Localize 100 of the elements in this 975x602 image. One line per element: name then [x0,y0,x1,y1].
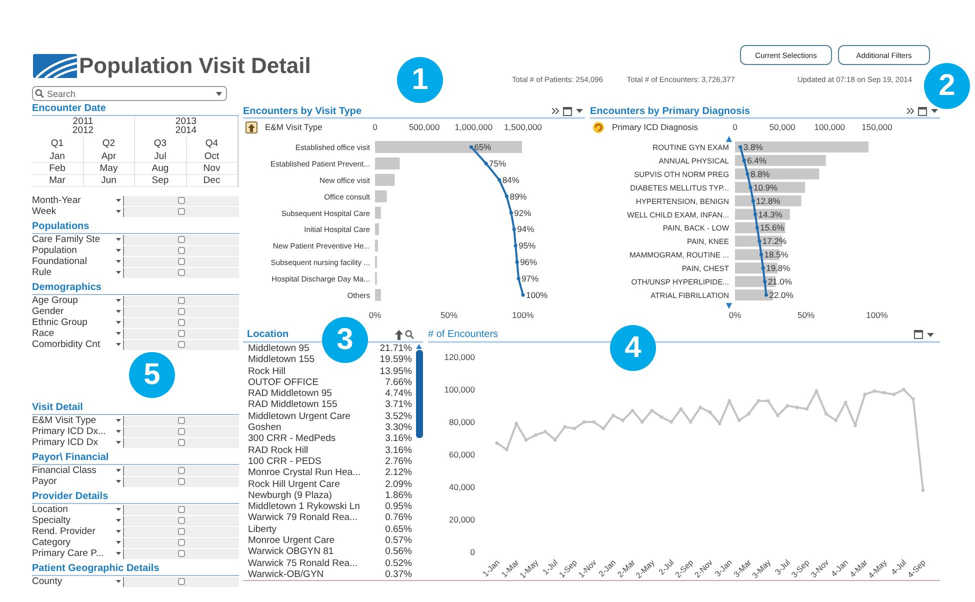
up-arrow-icon[interactable] [246,122,258,134]
search-field[interactable]: Search [32,86,227,101]
month-option[interactable]: Nov [186,163,238,175]
scrollbar-thumb[interactable] [416,350,422,438]
location-name[interactable]: Warwick 79 Ronald Rea... [248,512,358,524]
search-icon[interactable] [405,330,414,339]
window-icon[interactable] [914,330,923,339]
quarter-option[interactable]: Q1 [32,137,84,151]
filter-field[interactable] [123,196,239,206]
filter-field[interactable] [123,426,239,436]
caret-icon[interactable] [116,210,121,213]
filter-field[interactable] [123,268,239,278]
double-chevron-icon[interactable] [552,108,559,114]
caret-icon[interactable] [116,519,121,522]
caret-icon[interactable] [116,310,121,313]
filter-field[interactable] [123,206,239,216]
filter-field[interactable] [123,306,239,316]
caret-icon[interactable] [116,260,121,263]
location-name[interactable]: OUTOF OFFICE [248,376,319,388]
caret-icon[interactable] [116,271,121,274]
filter-field[interactable] [123,246,239,256]
caret-icon[interactable] [116,238,121,241]
filter-field[interactable] [123,256,239,266]
checkbox[interactable] [178,517,185,524]
year-option[interactable]: 2014 [175,126,197,135]
filter-field[interactable] [123,340,239,350]
location-name[interactable]: Goshen [248,422,282,434]
location-name[interactable]: RAD Middletown 95 [248,388,332,400]
caret-icon[interactable] [216,92,222,96]
filter-field[interactable] [123,504,239,514]
month-option[interactable]: Jan [32,151,84,163]
location-name[interactable]: RAD Middletown 155 [248,399,338,411]
filter-field[interactable] [123,234,239,244]
caret-icon[interactable] [116,332,121,335]
location-name[interactable]: Middletown 95 [248,343,310,354]
filter-field[interactable] [123,438,239,448]
filter-field[interactable] [123,466,239,476]
caret-icon[interactable] [116,199,121,202]
month-option[interactable]: Jun [84,175,135,187]
filter-field[interactable] [123,526,239,536]
checkbox[interactable] [178,539,185,546]
search-icon[interactable] [35,89,44,98]
year-option[interactable]: 2013 [175,117,197,126]
caret-icon[interactable] [927,332,934,336]
checkbox[interactable] [178,208,185,215]
checkbox[interactable] [178,428,185,435]
checkbox[interactable] [178,467,185,474]
caret-icon[interactable] [116,249,121,252]
caret-icon[interactable] [116,530,121,533]
location-name[interactable]: Liberty [248,524,277,536]
caret-icon[interactable] [116,430,121,433]
filter-field[interactable] [123,296,239,306]
filter-field[interactable] [123,318,239,328]
caret-icon[interactable] [116,441,121,444]
year-option[interactable]: 2012 [72,126,94,135]
caret-icon[interactable] [116,419,121,422]
checkbox[interactable] [178,417,185,424]
location-name[interactable]: Middletown Urgent Care [248,410,350,422]
checkbox[interactable] [178,269,185,276]
caret-icon[interactable] [116,321,121,324]
checkbox[interactable] [178,247,185,254]
location-name[interactable]: Newburgh (9 Plaza) [248,490,332,502]
month-option[interactable]: Sep [135,175,186,187]
month-option[interactable]: Feb [32,163,84,175]
caret-icon[interactable] [116,508,121,511]
checkbox[interactable] [178,236,185,243]
location-name[interactable]: RAD Rock Hill [248,444,308,456]
filter-field[interactable] [123,548,239,558]
quarter-option[interactable]: Q3 [135,137,186,151]
checkbox[interactable] [178,341,185,348]
month-option[interactable]: Apr [84,151,135,163]
caret-icon[interactable] [116,299,121,302]
location-name[interactable]: Monroe Urgent Care [248,535,335,546]
month-option[interactable]: Aug [135,163,186,175]
checkbox[interactable] [178,439,185,446]
filter-field[interactable] [123,416,239,426]
checkbox[interactable] [178,308,185,315]
month-option[interactable]: Oct [186,151,238,163]
caret-icon[interactable] [576,109,583,113]
filter-field[interactable] [123,476,239,486]
checkbox[interactable] [178,478,185,485]
filter-field[interactable] [123,538,239,548]
month-option[interactable]: Mar [32,175,84,187]
quarter-option[interactable]: Q4 [186,137,238,151]
checkbox[interactable] [178,506,185,513]
filter-field[interactable] [123,576,239,586]
location-name[interactable]: Rock Hill Urgent Care [248,478,340,490]
quarter-option[interactable]: Q2 [84,137,135,151]
up-arrow-icon[interactable] [395,330,403,340]
filter-field[interactable] [123,516,239,526]
caret-icon[interactable] [116,480,121,483]
month-option[interactable]: Jul [135,151,186,163]
checkbox[interactable] [178,528,185,535]
checkbox[interactable] [178,297,185,304]
checkbox[interactable] [178,550,185,557]
location-name[interactable]: Middletown 1 Rykowski Ln [248,501,360,512]
checkbox[interactable] [178,258,185,265]
location-name[interactable]: Warwick OBGYN 81 [248,546,334,558]
location-name[interactable]: Monroe Crystal Run Hea... [248,467,360,479]
filter-field[interactable] [123,328,239,338]
